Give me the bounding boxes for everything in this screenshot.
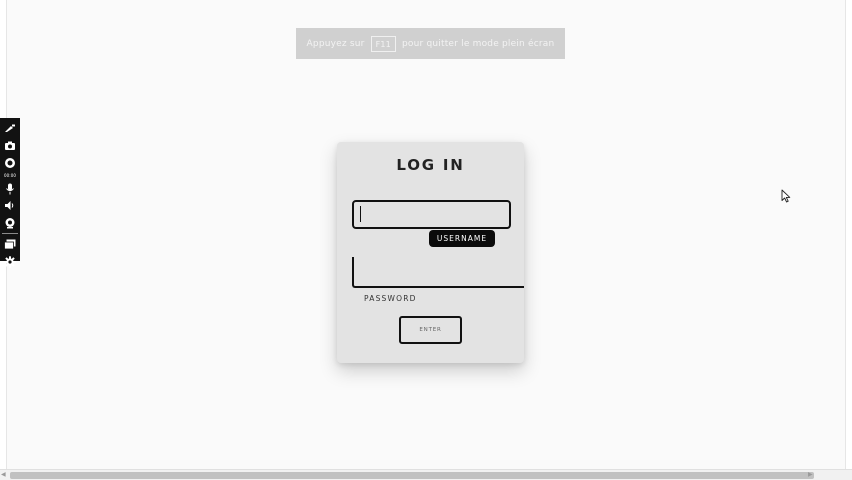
f11-key-badge: F11 — [370, 35, 396, 52]
login-title: LOG IN — [396, 156, 465, 174]
camera-icon[interactable] — [0, 137, 20, 154]
login-card: LOG IN USERNAME PASSWORD ENTER — [337, 142, 524, 363]
speaker-icon[interactable] — [0, 197, 20, 214]
scroll-left-arrow-icon[interactable]: ◀ — [1, 472, 7, 478]
horizontal-scrollbar[interactable]: ◀ ▶ — [0, 469, 852, 480]
password-label: PASSWORD — [364, 294, 417, 303]
scroll-right-arrow-icon[interactable]: ▶ — [808, 472, 814, 478]
settings-icon[interactable] — [0, 253, 20, 270]
fullscreen-notice-suffix: pour quitter le mode plein écran — [401, 38, 555, 49]
username-input[interactable] — [352, 200, 511, 229]
screen-recorder-toolbar: 00:00 — [0, 118, 20, 268]
username-floating-label: USERNAME — [429, 230, 495, 247]
recording-timer: 00:00 — [3, 173, 17, 178]
window-icon[interactable] — [0, 236, 20, 253]
mouse-pointer-icon — [781, 189, 791, 203]
microphone-icon[interactable] — [0, 180, 20, 197]
enter-button[interactable]: ENTER — [399, 316, 462, 344]
fullscreen-exit-notice: Appuyez sur F11 pour quitter le mode ple… — [296, 28, 565, 59]
text-caret — [360, 206, 361, 222]
pen-icon[interactable] — [0, 120, 20, 137]
scrollbar-thumb[interactable] — [10, 472, 814, 479]
fullscreen-notice-prefix: Appuyez sur — [306, 38, 365, 49]
record-icon[interactable] — [0, 154, 20, 171]
webcam-icon[interactable] — [0, 214, 20, 231]
password-input[interactable] — [352, 257, 524, 288]
toolbar-divider — [2, 233, 18, 234]
right-window-edge — [845, 0, 852, 480]
fullscreen-page: Appuyez sur F11 pour quitter le mode ple… — [0, 0, 852, 480]
